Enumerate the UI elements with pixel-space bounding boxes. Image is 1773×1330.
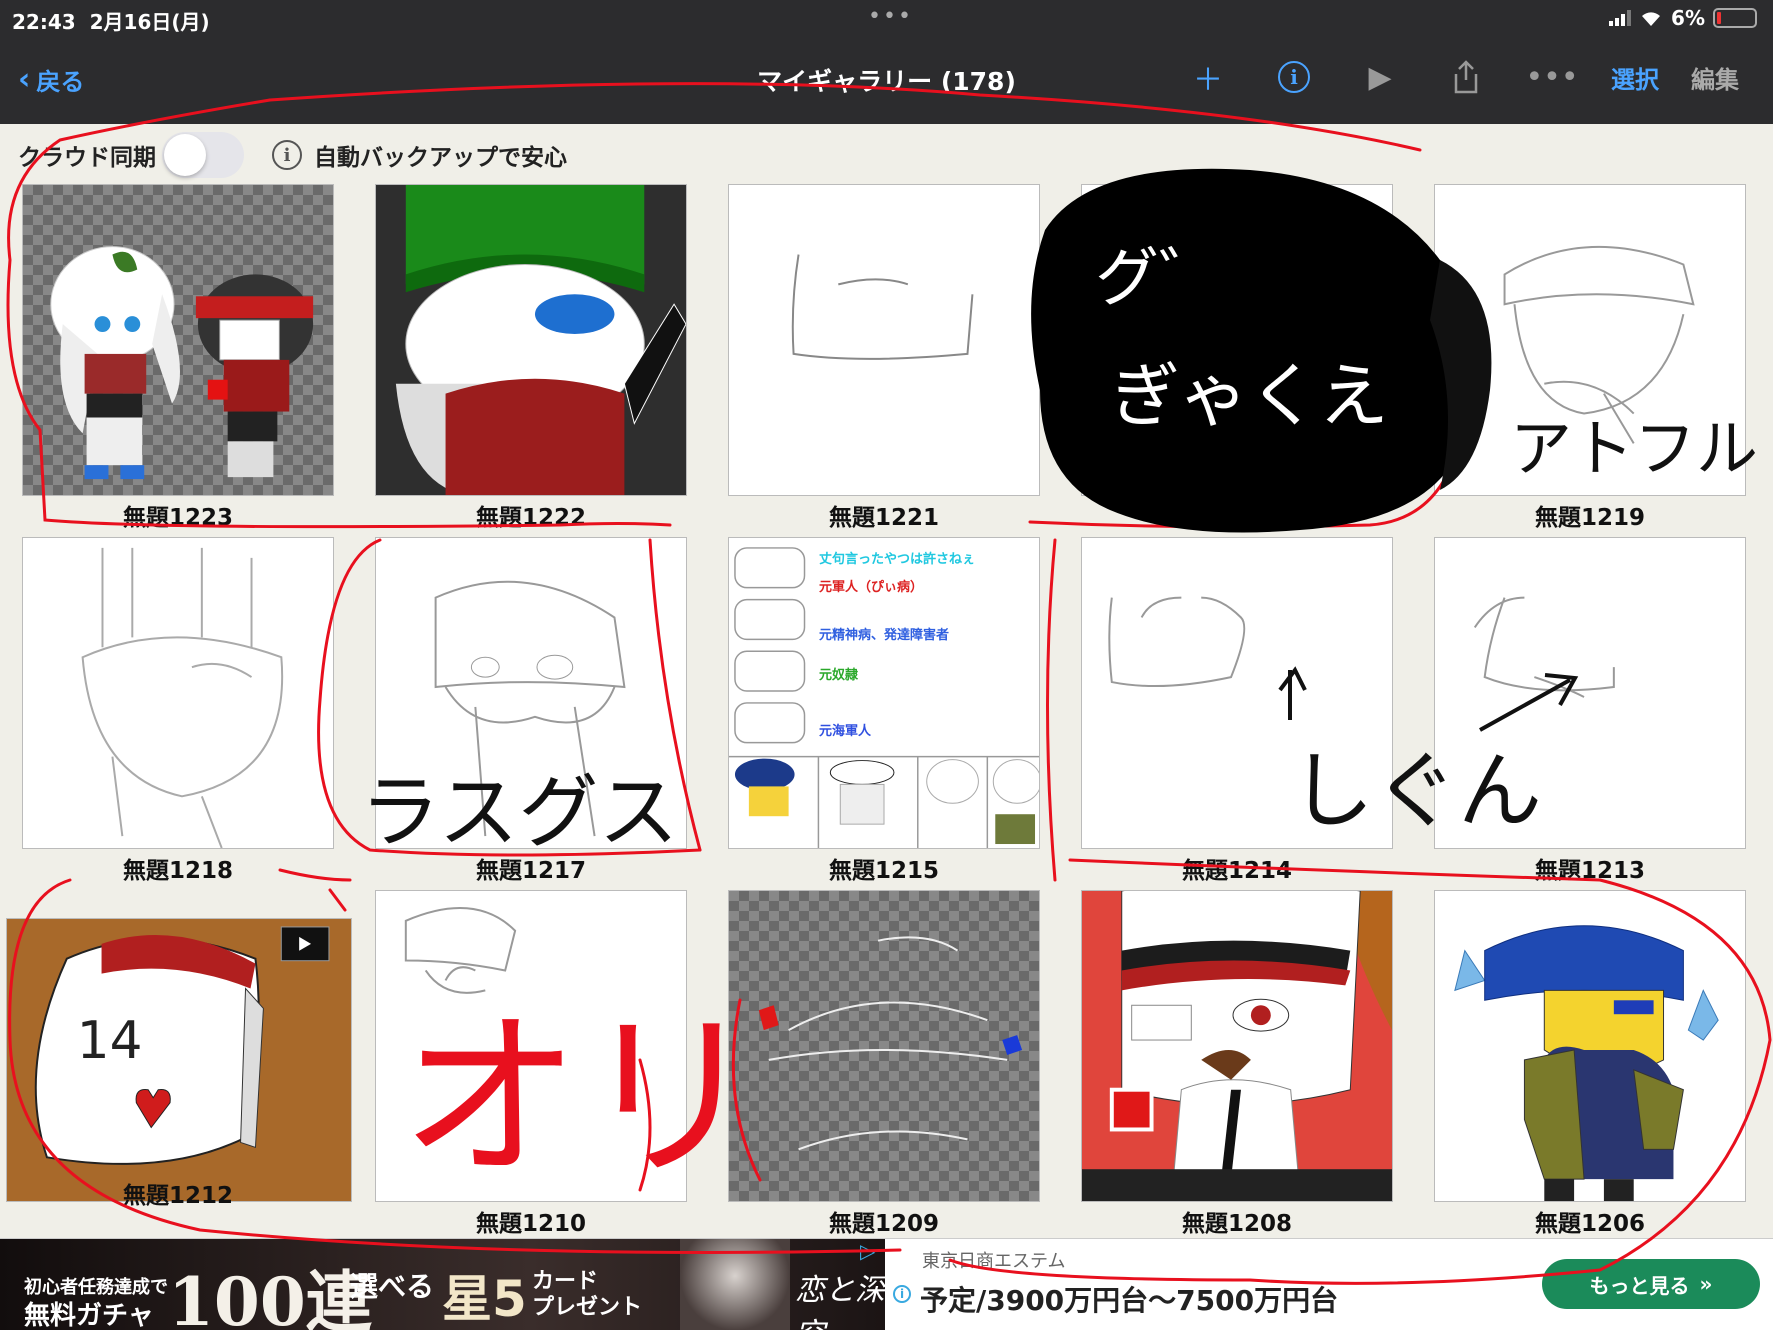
top-bar: 22:43 2月16日(月) ••• 6% ‹ 戻る マイギャラリー (178)… — [0, 0, 1773, 124]
ad-headline: 予定/3900万円台〜7500万円台 — [920, 1284, 1339, 1317]
artwork-title: 無題1219 — [1534, 505, 1645, 531]
artwork-title: 無題1212 — [122, 1183, 233, 1209]
artwork-thumbnail — [375, 184, 687, 496]
artwork-title: 無題1218 — [122, 858, 233, 884]
artwork-title: 無題1208 — [1181, 1211, 1292, 1237]
artwork-thumbnail — [728, 890, 1040, 1202]
artwork-title: 無題1206 — [1534, 1211, 1645, 1237]
play-icon[interactable]: ▶ — [1337, 56, 1423, 98]
artwork-thumbnail — [375, 537, 687, 849]
ad-cta-button[interactable]: もっと見る » — [1542, 1259, 1760, 1309]
note-line: 元奴隷 — [819, 668, 859, 683]
note-line: 元精神病、発達障害者 — [819, 628, 950, 643]
backup-label[interactable]: 自動バックアップで安心 — [314, 138, 567, 172]
ad-brand: 東京日商エステム — [922, 1251, 1066, 1272]
ad-big-text: 100連 — [168, 1263, 372, 1330]
more-icon[interactable]: ••• — [1509, 56, 1595, 98]
artwork-thumbnail: 14 — [6, 918, 352, 1202]
ad-banner[interactable]: 初心者任務達成で 無料ガチャ 100連 選べる 星5 カード プレゼント 恋と深… — [0, 1238, 1773, 1330]
artwork-thumbnail: 丈句言ったやつは許さねぇ 元軍人（ぴぃ病） 元精神病、発達障害者 元奴隷 元海軍… — [728, 537, 1040, 849]
character-notes: 丈句言ったやつは許さねぇ 元軍人（ぴぃ病） 元精神病、発達障害者 元奴隷 元海軍… — [819, 546, 975, 746]
ad-cta-label: もっと見る — [1589, 1273, 1690, 1298]
note-line: 元軍人（ぴぃ病） — [819, 580, 924, 595]
artwork-thumbnail — [22, 184, 334, 496]
game-ad[interactable]: 初心者任務達成で 無料ガチャ 100連 選べる 星5 カード プレゼント 恋と深… — [0, 1239, 885, 1330]
cloud-sync-toggle[interactable] — [162, 132, 244, 178]
edit-button[interactable]: 編集 — [1675, 60, 1755, 95]
artwork-thumbnail — [1434, 890, 1746, 1202]
battery-percent: 6% — [1671, 6, 1705, 30]
add-icon[interactable]: ＋ — [1165, 56, 1251, 98]
wifi-icon — [1642, 12, 1661, 26]
artwork-title: 無題1214 — [1181, 858, 1292, 884]
battery-icon — [1713, 8, 1757, 28]
artwork-title: 無題1221 — [828, 505, 939, 531]
artwork-thumbnail — [1434, 537, 1746, 849]
ad-character-image — [680, 1239, 790, 1330]
artwork-thumbnail — [375, 890, 687, 1202]
status-right: 6% — [1609, 6, 1757, 30]
ad-line2: 無料ガチャ — [24, 1301, 154, 1330]
signal-icon — [1609, 10, 1632, 26]
cloud-sync-label: クラウド同期 — [18, 145, 156, 171]
status-time: 22:43 2月16日(月) — [12, 10, 210, 34]
navigation-bar: ‹ 戻る マイギャラリー (178) ＋ i ▶ ••• 選択 編集 — [0, 52, 1773, 102]
artwork-thumbnail — [1081, 537, 1393, 849]
adchoices-icon[interactable]: ▷ — [860, 1239, 875, 1263]
artwork-thumbnail — [22, 537, 334, 849]
note-line: 丈句言ったやつは許さねぇ — [819, 552, 976, 567]
artwork-title: 無題1217 — [475, 858, 586, 884]
artwork-thumbnail — [1434, 184, 1746, 496]
artwork-title: 無題1209 — [828, 1211, 939, 1237]
ad-info-icon[interactable]: i — [893, 1285, 911, 1303]
artwork-thumbnail — [1081, 890, 1393, 1202]
artwork-thumbnail — [1081, 184, 1393, 496]
artwork-title: 無題1213 — [1534, 858, 1645, 884]
note-line: 元海軍人 — [819, 724, 872, 739]
info-icon[interactable]: i — [1251, 56, 1337, 98]
artwork-title: 無題1210 — [475, 1211, 586, 1237]
multitask-dots-icon[interactable]: ••• — [868, 4, 913, 29]
app-screen: 22:43 2月16日(月) ••• 6% ‹ 戻る マイギャラリー (178)… — [0, 0, 1773, 1330]
nav-actions: ＋ i ▶ ••• 選択 編集 — [1165, 56, 1755, 99]
sync-row: クラウド同期 i 自動バックアップで安心 — [18, 130, 567, 180]
backup-info-icon[interactable]: i — [272, 140, 302, 170]
select-button[interactable]: 選択 — [1595, 60, 1675, 95]
share-icon[interactable] — [1423, 56, 1509, 98]
artwork-title: 無題1215 — [828, 858, 939, 884]
artwork-thumbnail — [728, 184, 1040, 496]
ad-star: 星5 — [442, 1270, 527, 1328]
artwork-title: 無題1222 — [475, 505, 586, 531]
artwork-title: 無題1223 — [122, 505, 233, 531]
ad-present: カード プレゼント — [532, 1269, 643, 1320]
status-bar: 22:43 2月16日(月) ••• 6% — [0, 4, 1773, 34]
double-chevron-icon: » — [1699, 1272, 1713, 1296]
thumb-number: 14 — [77, 1011, 143, 1071]
ad-choose: 選べる — [350, 1270, 435, 1303]
ad-logo: 恋と深空 — [795, 1273, 885, 1330]
